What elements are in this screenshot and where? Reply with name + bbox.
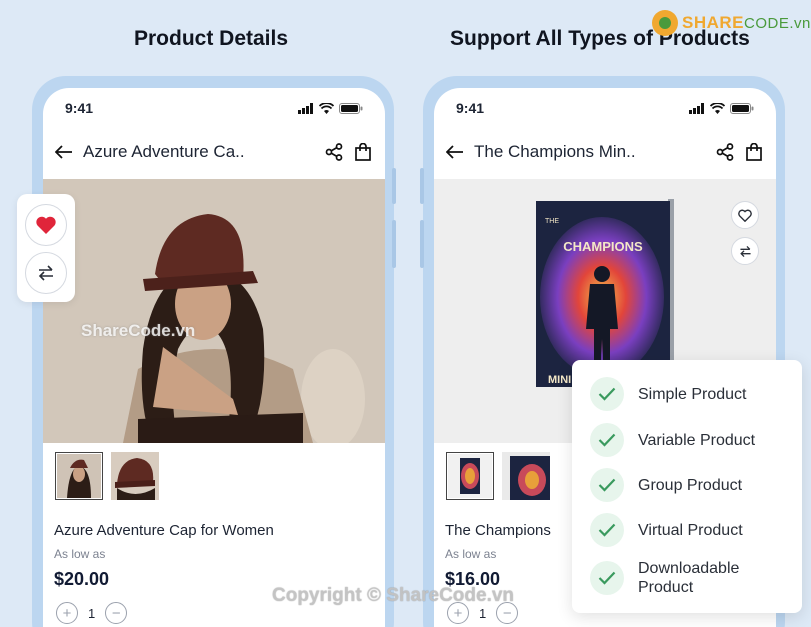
product-type-item: Variable Product	[590, 423, 755, 457]
svg-text:THE: THE	[545, 218, 559, 225]
logo-mark-icon	[652, 10, 678, 36]
check-icon	[598, 387, 616, 401]
check-icon	[598, 523, 616, 537]
compare-icon	[38, 265, 53, 281]
product-type-item: Simple Product	[590, 377, 747, 411]
phone-screen-left: 9:41 Azure Adventure Ca.. ShareCode.vn A…	[43, 88, 385, 627]
product-type-label: Group Product	[638, 476, 743, 494]
app-bar: Azure Adventure Ca..	[55, 138, 371, 166]
thumbnail-strip	[55, 452, 159, 500]
battery-icon	[339, 102, 363, 114]
thumbnail-strip	[446, 452, 550, 500]
status-time: 9:41	[65, 100, 94, 116]
wishlist-button[interactable]	[25, 204, 67, 246]
thumbnail-2[interactable]	[111, 452, 159, 500]
floating-actions-panel	[17, 194, 75, 302]
bag-icon[interactable]	[355, 143, 371, 161]
page-title: Azure Adventure Ca..	[83, 142, 245, 161]
check-icon	[598, 571, 616, 585]
decrease-qty-button[interactable]: −	[105, 602, 128, 624]
side-button	[420, 220, 424, 268]
quantity-value: 1	[88, 605, 96, 621]
svg-text:MINI: MINI	[548, 374, 571, 386]
bag-icon[interactable]	[746, 143, 762, 161]
quantity-stepper: + 1 −	[56, 602, 128, 624]
book-title-text: CHAMPIONS	[563, 239, 643, 254]
battery-icon	[730, 102, 754, 114]
status-bar: 9:41	[65, 100, 363, 116]
product-type-label: Simple Product	[638, 385, 747, 403]
side-button	[392, 168, 396, 204]
thumbnail-2[interactable]	[502, 452, 550, 500]
signal-icon	[689, 102, 704, 114]
thumbnail-1[interactable]	[55, 452, 103, 500]
quantity-value: 1	[479, 605, 487, 621]
product-type-label: Virtual Product	[638, 521, 743, 539]
product-type-label: Variable Product	[638, 431, 756, 449]
heart-filled-icon	[36, 216, 56, 234]
product-type-item: Group Product	[590, 468, 742, 502]
compare-button[interactable]	[25, 252, 67, 294]
copyright-watermark: Copyright © ShareCode.vn	[272, 585, 515, 606]
wishlist-button[interactable]	[731, 201, 759, 229]
share-icon[interactable]	[325, 143, 343, 161]
signal-icon	[298, 102, 313, 114]
app-bar: The Champions Min..	[446, 138, 762, 166]
product-name: Azure Adventure Cap for Women	[54, 522, 274, 539]
wifi-icon	[710, 102, 725, 114]
heading-product-details: Product Details	[134, 27, 289, 50]
check-icon	[598, 433, 616, 447]
heart-outline-icon	[738, 209, 752, 222]
product-type-item: Virtual Product	[590, 513, 743, 547]
product-name: The Champions	[445, 522, 551, 539]
watermark: ShareCode.vn	[81, 321, 196, 340]
status-time: 9:41	[456, 100, 485, 116]
compare-icon	[739, 245, 751, 257]
as-low-as-label: As low as	[445, 547, 497, 561]
share-icon[interactable]	[716, 143, 734, 161]
product-image-cap[interactable]: ShareCode.vn	[43, 179, 385, 443]
check-icon	[598, 478, 616, 492]
compare-button[interactable]	[731, 237, 759, 265]
back-arrow-icon[interactable]	[55, 145, 73, 159]
product-type-label: Downloadable Product	[638, 560, 740, 596]
thumbnail-1[interactable]	[446, 452, 494, 500]
product-type-item: Downloadable Product	[590, 559, 758, 597]
brand-logo: SHARECODE.vn	[652, 10, 811, 36]
side-button	[420, 168, 424, 204]
wifi-icon	[319, 102, 334, 114]
as-low-as-label: As low as	[54, 547, 106, 561]
page-title: The Champions Min..	[474, 142, 636, 161]
side-button	[392, 220, 396, 268]
status-bar: 9:41	[456, 100, 754, 116]
product-price: $20.00	[54, 569, 110, 589]
increase-qty-button[interactable]: +	[56, 602, 78, 624]
product-types-card: Simple Product Variable Product Group Pr…	[572, 360, 802, 613]
back-arrow-icon[interactable]	[446, 145, 464, 159]
